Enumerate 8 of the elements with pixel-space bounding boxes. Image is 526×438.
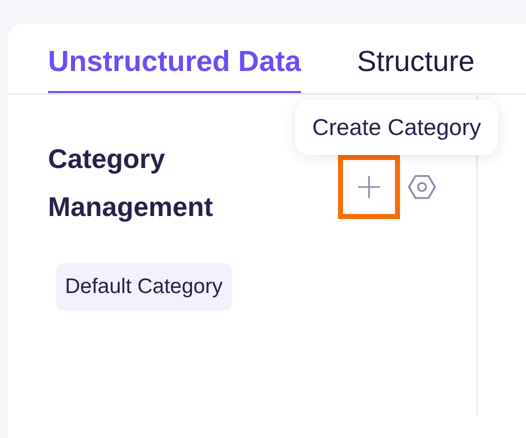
panel-title: Category Management	[48, 143, 214, 224]
tab[interactable]: Structure	[357, 46, 475, 93]
tab[interactable]: Unstructured Data	[48, 46, 301, 93]
add-button[interactable]	[338, 155, 400, 219]
settings-icon[interactable]	[408, 174, 436, 200]
tooltip: Create Category	[295, 100, 498, 155]
plus-icon	[356, 174, 382, 200]
category-item[interactable]: Default Category	[56, 263, 232, 311]
